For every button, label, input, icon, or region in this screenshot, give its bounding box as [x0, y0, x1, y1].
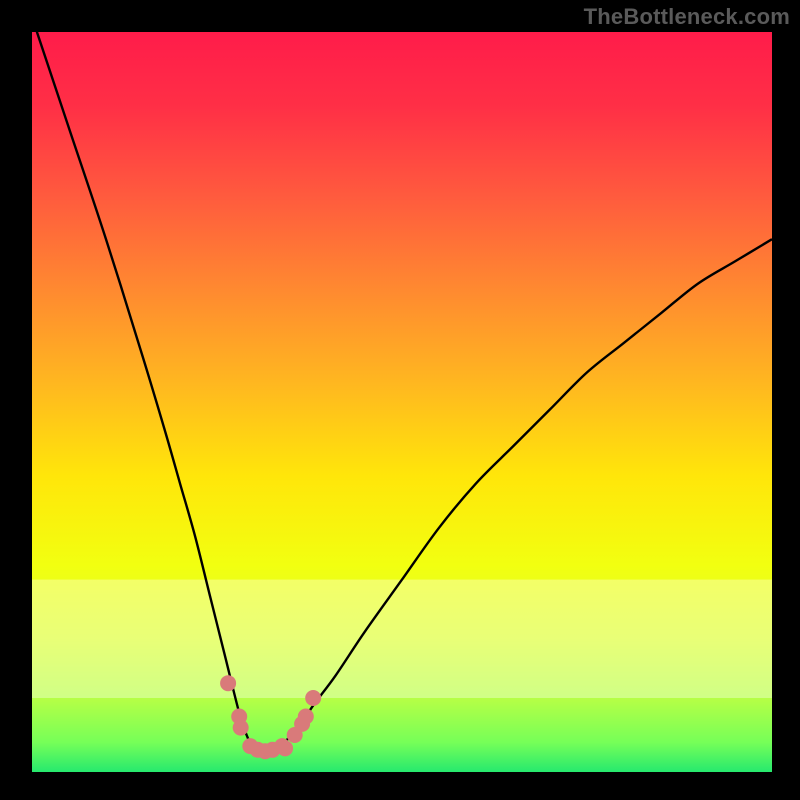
valley-marker	[233, 720, 249, 736]
valley-marker	[220, 675, 236, 691]
plot-area	[32, 32, 772, 772]
valley-marker	[305, 690, 321, 706]
watermark-text: TheBottleneck.com	[584, 4, 790, 30]
chart-root: TheBottleneck.com	[0, 0, 800, 800]
pale-band	[32, 580, 772, 698]
chart-svg	[32, 32, 772, 772]
valley-marker	[277, 740, 293, 756]
valley-marker	[298, 709, 314, 725]
